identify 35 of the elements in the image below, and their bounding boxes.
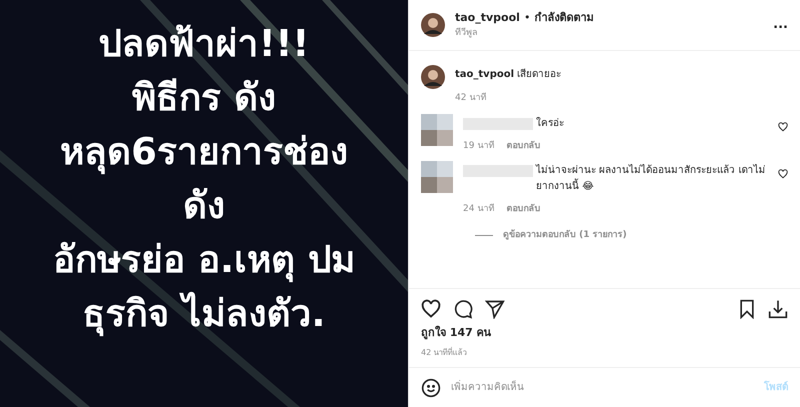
comment-icon[interactable] <box>453 298 473 318</box>
reply-link[interactable]: ตอบกลับ <box>506 203 540 216</box>
username[interactable]: tao_tvpool <box>455 10 520 26</box>
blurred-avatar <box>421 161 453 193</box>
caption: tao_tvpool เสียดายอะ <box>455 68 562 82</box>
post-text: ปลดฟ้าผ่า!!! <box>98 21 310 67</box>
avatar[interactable] <box>421 13 445 37</box>
separator: • <box>524 10 530 26</box>
post-text: ธุรกิจ ไม่ลงตัว. <box>82 290 326 338</box>
heart-icon[interactable] <box>778 169 788 179</box>
post-text: ดัง <box>183 183 225 229</box>
view-replies-link[interactable]: ดูข้อความตอบกลับ (1 รายการ) <box>503 228 627 242</box>
reply-link[interactable]: ตอบกลับ <box>506 140 540 153</box>
heart-icon[interactable] <box>778 122 788 132</box>
follow-status[interactable]: กำลังติดตาม <box>534 10 594 26</box>
more-options[interactable]: ... <box>773 15 788 35</box>
timestamp: 24 นาที <box>463 203 494 216</box>
post-text: พิธีกร ดัง <box>132 75 276 121</box>
comment-text: ใครอ่ะ <box>536 116 564 130</box>
heart-icon[interactable] <box>421 298 441 318</box>
location[interactable]: ทีวีพูล <box>455 26 764 40</box>
send-icon[interactable] <box>485 298 505 318</box>
emoji-icon[interactable] <box>421 378 441 398</box>
comment-field[interactable]: เพิ่มความคิดเห็น <box>451 380 754 395</box>
timestamp: 19 นาที <box>463 140 494 152</box>
like-count[interactable]: ถูกใจ 147 คน <box>421 324 788 341</box>
post-text: หลุด6รายการช่อง <box>60 129 348 176</box>
avatar[interactable] <box>421 65 445 89</box>
blurred-avatar <box>421 114 453 146</box>
bookmark-icon[interactable] <box>738 298 756 318</box>
post-text: อักษรย่อ อ.เหตุ ปม <box>53 237 355 284</box>
post-time: 42 นาทีที่แล้ว <box>421 347 468 359</box>
comment-text: ไม่น่าจะผ่านะ ผลงานไม่ได้ออนมาสักระยะแล้ว เดาไม่ยากงานนี้ 😂 <box>536 163 766 194</box>
timestamp: 42 นาที <box>455 92 488 105</box>
download-icon[interactable] <box>768 298 788 318</box>
